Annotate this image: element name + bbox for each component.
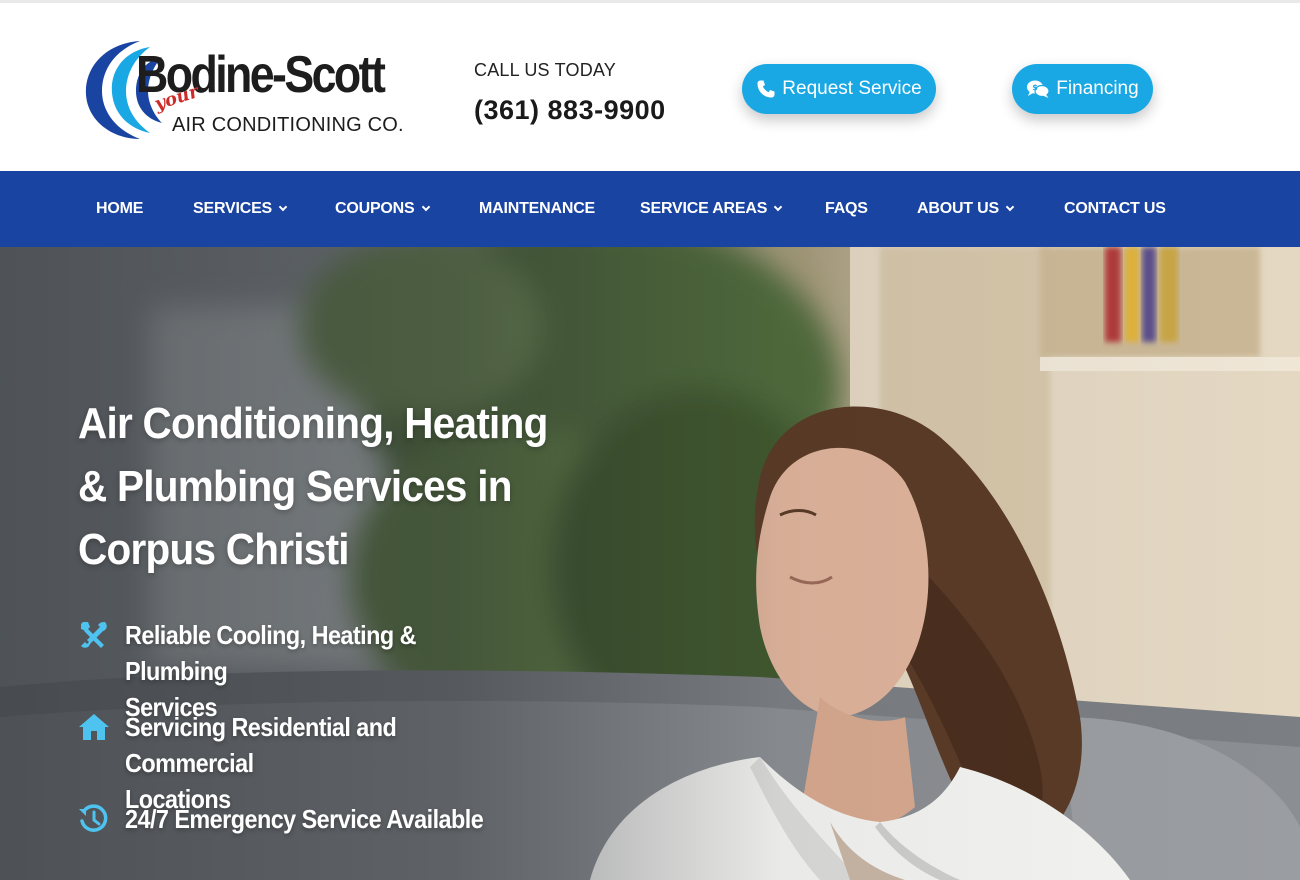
chevron-down-icon	[278, 202, 288, 212]
nav-item-maintenance[interactable]: MAINTENANCE	[479, 171, 595, 247]
feature-text: 24/7 Emergency Service Available	[125, 801, 521, 837]
nav-item-label: HOME	[96, 200, 144, 217]
history-clock-icon	[79, 804, 108, 832]
hero-banner: Air Conditioning, Heating & Plumbing Ser…	[0, 247, 1300, 880]
feature-text-line: 24/7 Emergency Service Available	[125, 804, 484, 834]
nav-item-about-us[interactable]: ABOUT US	[917, 171, 1015, 247]
nav-item-contact-us[interactable]: CONTACT US	[1064, 171, 1166, 247]
nav-item-services[interactable]: SERVICES	[193, 171, 288, 247]
phone-icon	[757, 80, 775, 98]
hero-heading-line: Air Conditioning, Heating	[78, 399, 548, 448]
svg-text:$: $	[1033, 83, 1039, 92]
feature-text-line: Reliable Cooling, Heating & Plumbing	[125, 620, 416, 686]
nav-item-label: MAINTENANCE	[479, 200, 596, 217]
nav-item-faqs[interactable]: FAQS	[825, 171, 868, 247]
chat-bubbles-icon: $	[1027, 80, 1050, 98]
phone-number-link[interactable]: (361) 883-9900	[474, 95, 666, 126]
financing-button[interactable]: $ Financing	[1012, 64, 1153, 114]
hero-heading-line: Corpus Christi	[78, 525, 350, 574]
nav-item-label: CONTACT US	[1064, 200, 1166, 217]
feature-text-line: Servicing Residential and Commercial	[125, 712, 397, 778]
chevron-down-icon	[773, 202, 783, 212]
nav-item-label: COUPONS	[335, 200, 415, 217]
hero-heading-line: & Plumbing Services in	[78, 462, 512, 511]
nav-item-coupons[interactable]: COUPONS	[335, 171, 430, 247]
call-us-label: CALL US TODAY	[474, 60, 616, 80]
financing-label: Financing	[1056, 78, 1139, 99]
nav-item-label: ABOUT US	[917, 200, 999, 217]
nav-item-home[interactable]: HOME	[96, 171, 143, 247]
site-logo[interactable]: Bodine-Scott your AIR CONDITIONING CO.	[78, 35, 418, 143]
chevron-down-icon	[1005, 202, 1015, 212]
nav-item-service-areas[interactable]: SERVICE AREAS	[640, 171, 783, 247]
nav-item-label: SERVICES	[193, 200, 273, 217]
home-icon	[79, 714, 109, 740]
nav-item-label: SERVICE AREAS	[640, 200, 768, 217]
logo-subtitle: AIR CONDITIONING CO.	[172, 114, 404, 136]
request-service-label: Request Service	[782, 78, 922, 99]
nav-item-label: FAQS	[825, 200, 868, 217]
request-service-button[interactable]: Request Service	[742, 64, 936, 114]
chevron-down-icon	[421, 202, 430, 212]
feature-item: Reliable Cooling, Heating & Plumbing Ser…	[78, 617, 598, 722]
site-header: Bodine-Scott your AIR CONDITIONING CO. C…	[0, 3, 1300, 171]
hero-heading: Air Conditioning, Heating & Plumbing Ser…	[78, 392, 556, 581]
feature-item: 24/7 Emergency Service Available	[78, 801, 598, 841]
tools-icon	[81, 622, 107, 648]
main-navigation: HOME SERVICES COUPONS MAINTENANCE SERVIC…	[0, 171, 1300, 247]
feature-item: Servicing Residential and Commercial Loc…	[78, 709, 598, 814]
